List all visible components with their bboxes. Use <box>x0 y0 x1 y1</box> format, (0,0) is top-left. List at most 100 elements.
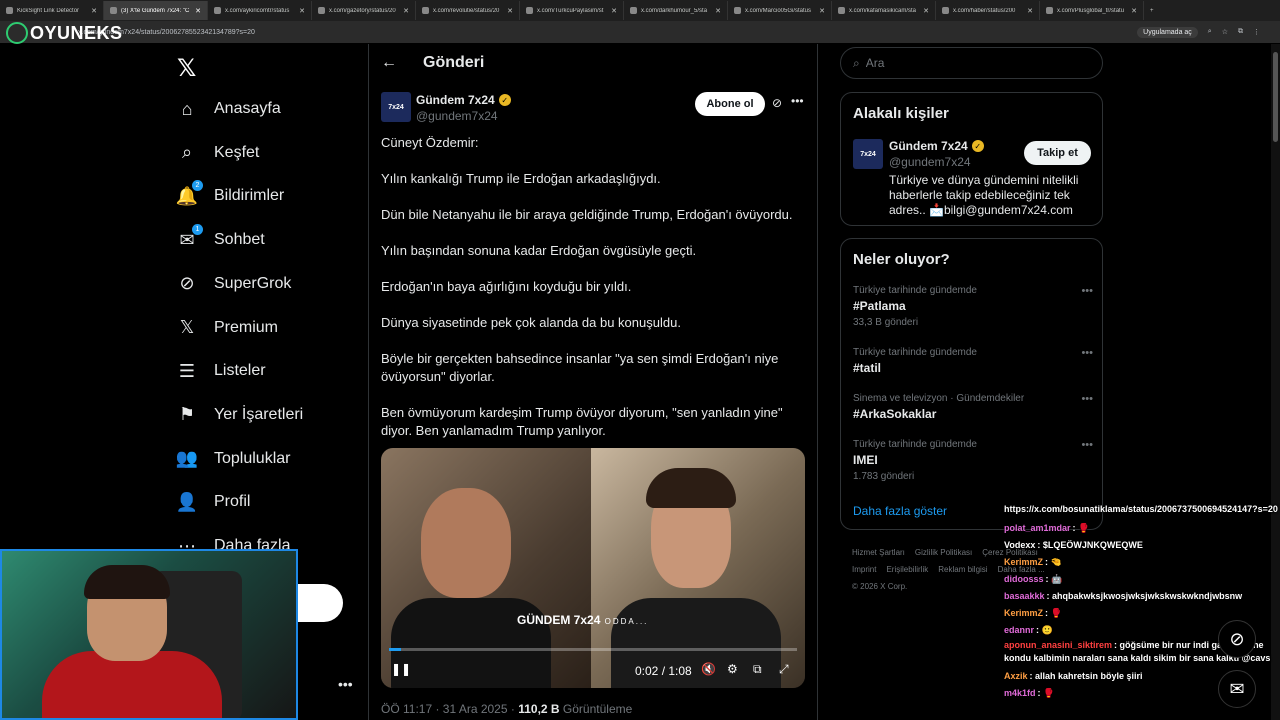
trend-item[interactable]: Türkiye tarihinde gündemde #tatil ••• <box>853 347 1093 375</box>
nav-item-3[interactable]: ✉ 1 Sohbet <box>176 224 265 251</box>
tab-close-icon[interactable]: ✕ <box>299 7 305 15</box>
author-avatar[interactable]: 7x24 <box>381 92 411 122</box>
tab-label: x.com/Marcio05Gi/status <box>745 7 812 14</box>
related-people-title: Alakalı kişiler <box>853 105 949 122</box>
trend-more-icon[interactable]: ••• <box>1081 347 1093 359</box>
fullscreen-icon[interactable]: ⤢ <box>779 662 789 677</box>
post-timestamp[interactable]: ÖÖ 11:17 · 31 Ara 2025 · <box>381 702 518 716</box>
related-avatar[interactable]: 7x24 <box>853 139 883 169</box>
nav-label: Topluluklar <box>214 449 291 467</box>
related-name-row[interactable]: Gündem 7x24 ✓ <box>889 139 984 153</box>
messages-float-icon[interactable]: ✉ <box>1218 670 1256 708</box>
tab-favicon-icon <box>734 7 741 14</box>
tab-close-icon[interactable]: ✕ <box>611 7 617 15</box>
streamer-hair <box>84 565 170 599</box>
tab-favicon-icon <box>422 7 429 14</box>
nav-item-1[interactable]: ⌕ Keşfet <box>176 142 259 164</box>
tab-close-icon[interactable]: ✕ <box>91 7 97 15</box>
browser-tab[interactable]: KickSight Link Detector ✕ <box>0 1 104 20</box>
video-person-face <box>421 488 511 598</box>
tab-label: x.com/Plusglobal_tr/statu <box>1057 7 1125 14</box>
video-progress-bar[interactable] <box>389 648 797 651</box>
browser-tab[interactable]: (3) X'te Gündem 7x24: "C ✕ <box>104 1 208 20</box>
nav-item-8[interactable]: 👥 Topluluklar <box>176 448 291 470</box>
browser-tab[interactable]: x.com/haber/status/200 ✕ <box>936 1 1040 20</box>
nav-item-6[interactable]: ☰ Listeler <box>176 360 266 382</box>
chat-username: aponun_anasini_siktirem <box>1004 640 1113 650</box>
footer-link[interactable]: Reklam bilgisi <box>938 565 987 574</box>
author-name-row[interactable]: Gündem 7x24 ✓ <box>416 93 511 107</box>
author-name[interactable]: Gündem 7x24 <box>416 93 495 107</box>
tab-close-icon[interactable]: ✕ <box>403 7 409 15</box>
nav-item-5[interactable]: 𝕏 Premium <box>176 317 278 339</box>
grok-icon[interactable]: ⊘ <box>772 96 782 110</box>
stream-logo-text: OYUNEKS <box>30 22 123 43</box>
settings-gear-icon[interactable]: ⚙ <box>727 662 738 676</box>
browser-tab[interactable]: x.com/revolutie/status/20 ✕ <box>416 1 520 20</box>
browser-tab[interactable]: x.com/darkhumour_5/sta ✕ <box>624 1 728 20</box>
nav-item-0[interactable]: ⌂ Anasayfa <box>176 98 281 120</box>
tab-close-icon[interactable]: ✕ <box>715 7 721 15</box>
trend-more-icon[interactable]: ••• <box>1081 439 1093 451</box>
nav-item-7[interactable]: ⚑ Yer İşaretleri <box>176 404 303 426</box>
zoom-icon[interactable]: ⌕ <box>1208 28 1212 36</box>
tab-close-icon[interactable]: ✕ <box>819 7 825 15</box>
browser-tab[interactable]: x.com/Marcio05Gi/status ✕ <box>728 1 832 20</box>
trend-item[interactable]: Türkiye tarihinde gündemde #Patlama 33,3 B… <box>853 285 1093 328</box>
trend-more-icon[interactable]: ••• <box>1081 393 1093 405</box>
bookmark-star-icon[interactable]: ☆ <box>1222 28 1228 36</box>
tab-favicon-icon <box>838 7 845 14</box>
extensions-icon[interactable]: ⧉ <box>1238 28 1243 36</box>
footer-link[interactable]: Erişilebilirlik <box>886 565 928 574</box>
pause-icon[interactable]: ❚❚ <box>391 662 411 676</box>
follow-button[interactable]: Takip et <box>1024 141 1091 165</box>
trend-item[interactable]: Sinema ve televizyon · Gündemdekiler #Ark… <box>853 393 1093 421</box>
nav-icon: ⌂ <box>181 98 193 119</box>
video-player[interactable]: GÜNDEM 7x24 ODDA... ❚❚ 0:02 / 1:08 🔇 ⚙ ⧉… <box>381 448 805 688</box>
browser-tab[interactable]: x.com/kafamasikicam/sta ✕ <box>832 1 936 20</box>
search-input[interactable] <box>865 56 1066 70</box>
show-more-link[interactable]: Daha fazla göster <box>853 504 947 518</box>
trend-more-icon[interactable]: ••• <box>1081 285 1093 297</box>
open-in-app-button[interactable]: Uygulamada aç <box>1137 26 1198 38</box>
subscribe-button[interactable]: Abone ol <box>695 92 765 116</box>
browser-tab[interactable]: x.com/gazetory/status/20 ✕ <box>312 1 416 20</box>
chat-username: basaakkk <box>1004 591 1045 601</box>
tab-label: x.com/gazetory/status/20 <box>329 7 396 14</box>
footer-link[interactable]: Imprint <box>852 565 876 574</box>
video-frame-right <box>591 448 805 688</box>
tab-close-icon[interactable]: ✕ <box>1131 7 1137 15</box>
nav-item-4[interactable]: ⊘ SuperGrok <box>176 273 291 295</box>
picture-in-picture-icon[interactable]: ⧉ <box>753 662 762 677</box>
footer-link[interactable]: Gizlilik Politikası <box>915 548 972 557</box>
footer-link[interactable]: © 2026 X Corp. <box>852 582 907 591</box>
browser-tab[interactable]: x.com/TurkcuPaylasim/st ✕ <box>520 1 624 20</box>
grok-float-icon[interactable]: ⊘ <box>1218 620 1256 658</box>
tab-favicon-icon <box>214 7 221 14</box>
nav-item-9[interactable]: 👤 Profil <box>176 491 251 513</box>
new-tab-icon[interactable]: + <box>1150 8 1154 14</box>
tab-close-icon[interactable]: ✕ <box>507 7 513 15</box>
author-handle[interactable]: @gundem7x24 <box>416 109 498 123</box>
nav-item-2[interactable]: 🔔 2 Bildirimler <box>176 180 284 207</box>
chat-text: : 🤖 <box>1045 574 1063 584</box>
scrollbar-thumb[interactable] <box>1273 52 1278 142</box>
related-name[interactable]: Gündem 7x24 <box>889 139 968 153</box>
browser-menu-icon[interactable]: ⋮ <box>1253 28 1260 36</box>
account-more-icon[interactable]: ••• <box>338 676 353 692</box>
browser-address-bar[interactable]: x.com/gundem7x24/status/2006278552342134… <box>0 21 1280 43</box>
tab-close-icon[interactable]: ✕ <box>1027 7 1033 15</box>
related-handle[interactable]: @gundem7x24 <box>889 155 971 169</box>
x-logo-icon[interactable]: 𝕏 <box>177 54 196 83</box>
trend-item[interactable]: Türkiye tarihinde gündemde IMEI 1.783 gönd… <box>853 439 1093 482</box>
tab-close-icon[interactable]: ✕ <box>195 7 201 15</box>
footer-link[interactable]: Hizmet Şartları <box>852 548 905 557</box>
post-paragraph: Cüneyt Özdemir: <box>381 135 479 150</box>
tab-close-icon[interactable]: ✕ <box>923 7 929 15</box>
browser-tab[interactable]: x.com/Plusglobal_tr/statu ✕ <box>1040 1 1144 20</box>
back-arrow-icon[interactable]: ← <box>381 54 397 72</box>
more-options-icon[interactable]: ••• <box>791 94 804 108</box>
mute-icon[interactable]: 🔇 <box>701 662 716 676</box>
search-box[interactable]: ⌕ <box>840 47 1103 79</box>
browser-tab[interactable]: x.com/aykiricomtr/status ✕ <box>208 1 312 20</box>
